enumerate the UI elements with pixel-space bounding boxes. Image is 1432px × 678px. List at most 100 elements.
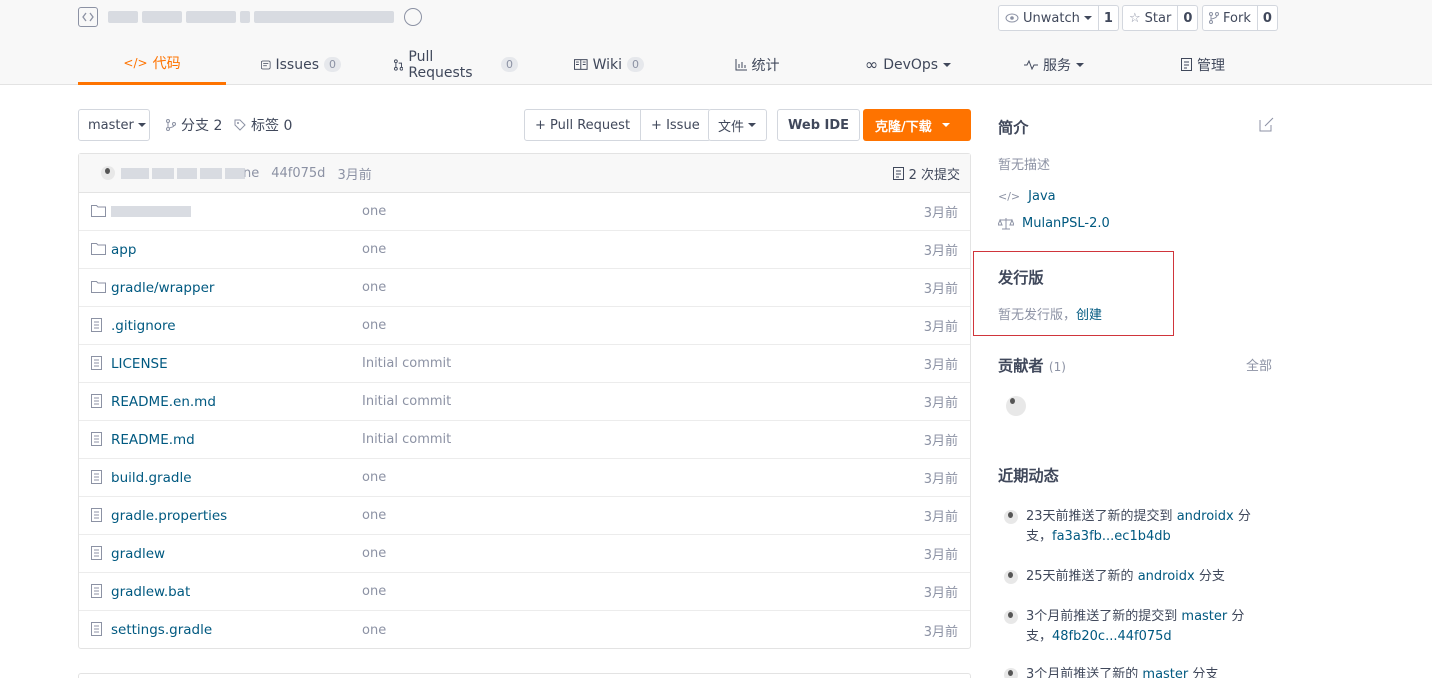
commit-sha[interactable]: 44f075d xyxy=(271,166,325,181)
star-count[interactable]: 0 xyxy=(1178,5,1199,31)
file-commit-message[interactable]: one xyxy=(362,546,386,561)
file-commit-message[interactable]: one xyxy=(362,280,386,295)
file-row[interactable]: README.en.md Initial commit 3月前 xyxy=(79,383,970,421)
project-name-blurred[interactable] xyxy=(108,11,394,23)
language-link[interactable]: </> Java xyxy=(998,189,1056,204)
new-pull-request-button[interactable]: + Pull Request xyxy=(524,109,642,141)
file-commit-message[interactable]: Initial commit xyxy=(362,356,451,371)
clone-download-button[interactable]: 克隆/下载 xyxy=(863,109,971,141)
caret-down-icon xyxy=(1083,16,1092,20)
contributor-avatar[interactable] xyxy=(1006,396,1026,416)
file-commit-message[interactable]: Initial commit xyxy=(362,432,451,447)
file-commit-message[interactable]: Initial commit xyxy=(362,394,451,409)
activity-item: 25天前推送了新的 androidx 分支 xyxy=(1004,567,1274,587)
file-row[interactable]: gradle.properties one 3月前 xyxy=(79,497,970,535)
activity-branch-link[interactable]: master xyxy=(1142,667,1188,678)
file-commit-message[interactable]: one xyxy=(362,584,386,599)
folder-icon xyxy=(91,242,106,255)
file-name[interactable]: README.md xyxy=(111,432,195,448)
tab-devops[interactable]: ∞ DevOps xyxy=(863,44,953,85)
file-row[interactable]: app one 3月前 xyxy=(79,231,970,269)
author-avatar[interactable] xyxy=(101,166,115,180)
file-name[interactable]: settings.gradle xyxy=(111,622,212,638)
caret-down-icon xyxy=(1076,62,1084,67)
commits-icon xyxy=(892,167,904,180)
file-name[interactable]: README.en.md xyxy=(111,394,216,410)
latest-commit-bar: ne 44f075d 3月前 2 次提交 xyxy=(79,154,970,193)
devops-icon: ∞ xyxy=(864,55,879,74)
tab-service[interactable]: 服务 xyxy=(1024,44,1084,85)
activity-commit-link[interactable]: fa3a3fb...ec1b4db xyxy=(1052,529,1171,544)
author-name-suffix[interactable]: ne xyxy=(243,166,259,181)
tab-pull-requests[interactable]: Pull Requests 0 xyxy=(394,44,518,85)
new-issue-button[interactable]: + Issue xyxy=(641,109,711,141)
file-name[interactable]: gradlew xyxy=(111,546,165,562)
fork-group[interactable]: Fork 0 xyxy=(1202,5,1278,31)
file-row[interactable]: README.md Initial commit 3月前 xyxy=(79,421,970,459)
service-icon xyxy=(1024,59,1038,70)
file-commit-message[interactable]: one xyxy=(362,204,386,219)
file-name[interactable]: app xyxy=(111,242,136,258)
tab-issues[interactable]: Issues 0 xyxy=(261,44,341,85)
file-row[interactable]: one 3月前 xyxy=(79,193,970,231)
file-time: 3月前 xyxy=(923,396,958,411)
file-row[interactable]: build.gradle one 3月前 xyxy=(79,459,970,497)
web-ide-button[interactable]: Web IDE xyxy=(777,109,861,141)
activity-branch-link[interactable]: androidx xyxy=(1177,509,1234,524)
file-commit-message[interactable]: one xyxy=(362,623,386,638)
tab-wiki[interactable]: Wiki 0 xyxy=(574,44,644,85)
star-group[interactable]: ☆ Star 0 xyxy=(1122,5,1199,31)
branch-select[interactable]: master xyxy=(78,109,150,141)
file-name[interactable]: gradle/wrapper xyxy=(111,280,214,296)
fork-button[interactable]: Fork xyxy=(1202,5,1258,31)
activity-item: 23天前推送了新的提交到 androidx 分支，fa3a3fb...ec1b4… xyxy=(1004,507,1274,547)
tab-manage[interactable]: 管理 xyxy=(1179,44,1227,85)
branches-link[interactable]: 分支 2 xyxy=(166,109,222,141)
activity-avatar[interactable] xyxy=(1004,570,1018,584)
tab-code[interactable]: </> 代码 xyxy=(78,44,226,85)
file-commit-message[interactable]: one xyxy=(362,318,386,333)
license-link[interactable]: MulanPSL-2.0 xyxy=(998,216,1110,231)
file-row[interactable]: gradlew.bat one 3月前 xyxy=(79,573,970,611)
file-name[interactable]: .gitignore xyxy=(111,318,176,334)
file-row[interactable]: LICENSE Initial commit 3月前 xyxy=(79,345,970,383)
activity-avatar[interactable] xyxy=(1004,668,1018,678)
contributors-all-link[interactable]: 全部 xyxy=(1246,355,1272,374)
activity-text: 3个月前推送了新的 master 分支 xyxy=(1026,665,1266,678)
file-name[interactable] xyxy=(111,204,191,220)
file-time: 3月前 xyxy=(923,320,958,335)
file-menu[interactable]: 文件 xyxy=(708,109,767,141)
activity-branch-link[interactable]: androidx xyxy=(1138,569,1195,584)
activity-avatar[interactable] xyxy=(1004,510,1018,524)
star-button[interactable]: ☆ Star xyxy=(1122,5,1179,31)
file-name[interactable]: gradlew.bat xyxy=(111,584,190,600)
file-name[interactable]: build.gradle xyxy=(111,470,192,486)
tags-link[interactable]: 标签 0 xyxy=(234,109,292,141)
tab-stats[interactable]: 统计 xyxy=(733,44,781,85)
edit-icon[interactable] xyxy=(1259,117,1274,132)
file-commit-message[interactable]: one xyxy=(362,242,386,257)
folder-icon xyxy=(91,280,106,293)
watch-count[interactable]: 1 xyxy=(1098,5,1119,31)
activity-avatar[interactable] xyxy=(1004,610,1018,624)
watch-group[interactable]: Unwatch 1 xyxy=(998,5,1119,31)
file-row[interactable]: gradlew one 3月前 xyxy=(79,535,970,573)
activity-title: 近期动态 xyxy=(998,467,1059,485)
create-release-link[interactable]: 创建 xyxy=(1076,308,1102,323)
activity-item: 3个月前推送了新的 master 分支 xyxy=(1004,665,1274,678)
activity-branch-link[interactable]: master xyxy=(1181,609,1227,624)
file-row[interactable]: .gitignore one 3月前 xyxy=(79,307,970,345)
file-row[interactable]: gradle/wrapper one 3月前 xyxy=(79,269,970,307)
fork-count[interactable]: 0 xyxy=(1257,5,1278,31)
file-name[interactable]: LICENSE xyxy=(111,356,168,372)
file-commit-message[interactable]: one xyxy=(362,470,386,485)
repo-code-icon xyxy=(78,7,98,27)
author-name-blurred[interactable] xyxy=(121,167,245,179)
file-name[interactable]: gradle.properties xyxy=(111,508,227,524)
commits-count-link[interactable]: 2 次提交 xyxy=(892,154,960,193)
file-row[interactable]: settings.gradle one 3月前 xyxy=(79,611,970,649)
activity-commit-link[interactable]: 48fb20c...44f075d xyxy=(1052,629,1172,644)
file-commit-message[interactable]: one xyxy=(362,508,386,523)
unwatch-button[interactable]: Unwatch xyxy=(998,5,1099,31)
repo-nav: </> 代码 Issues 0 Pull Requests 0 Wiki 0 统… xyxy=(78,44,1278,85)
